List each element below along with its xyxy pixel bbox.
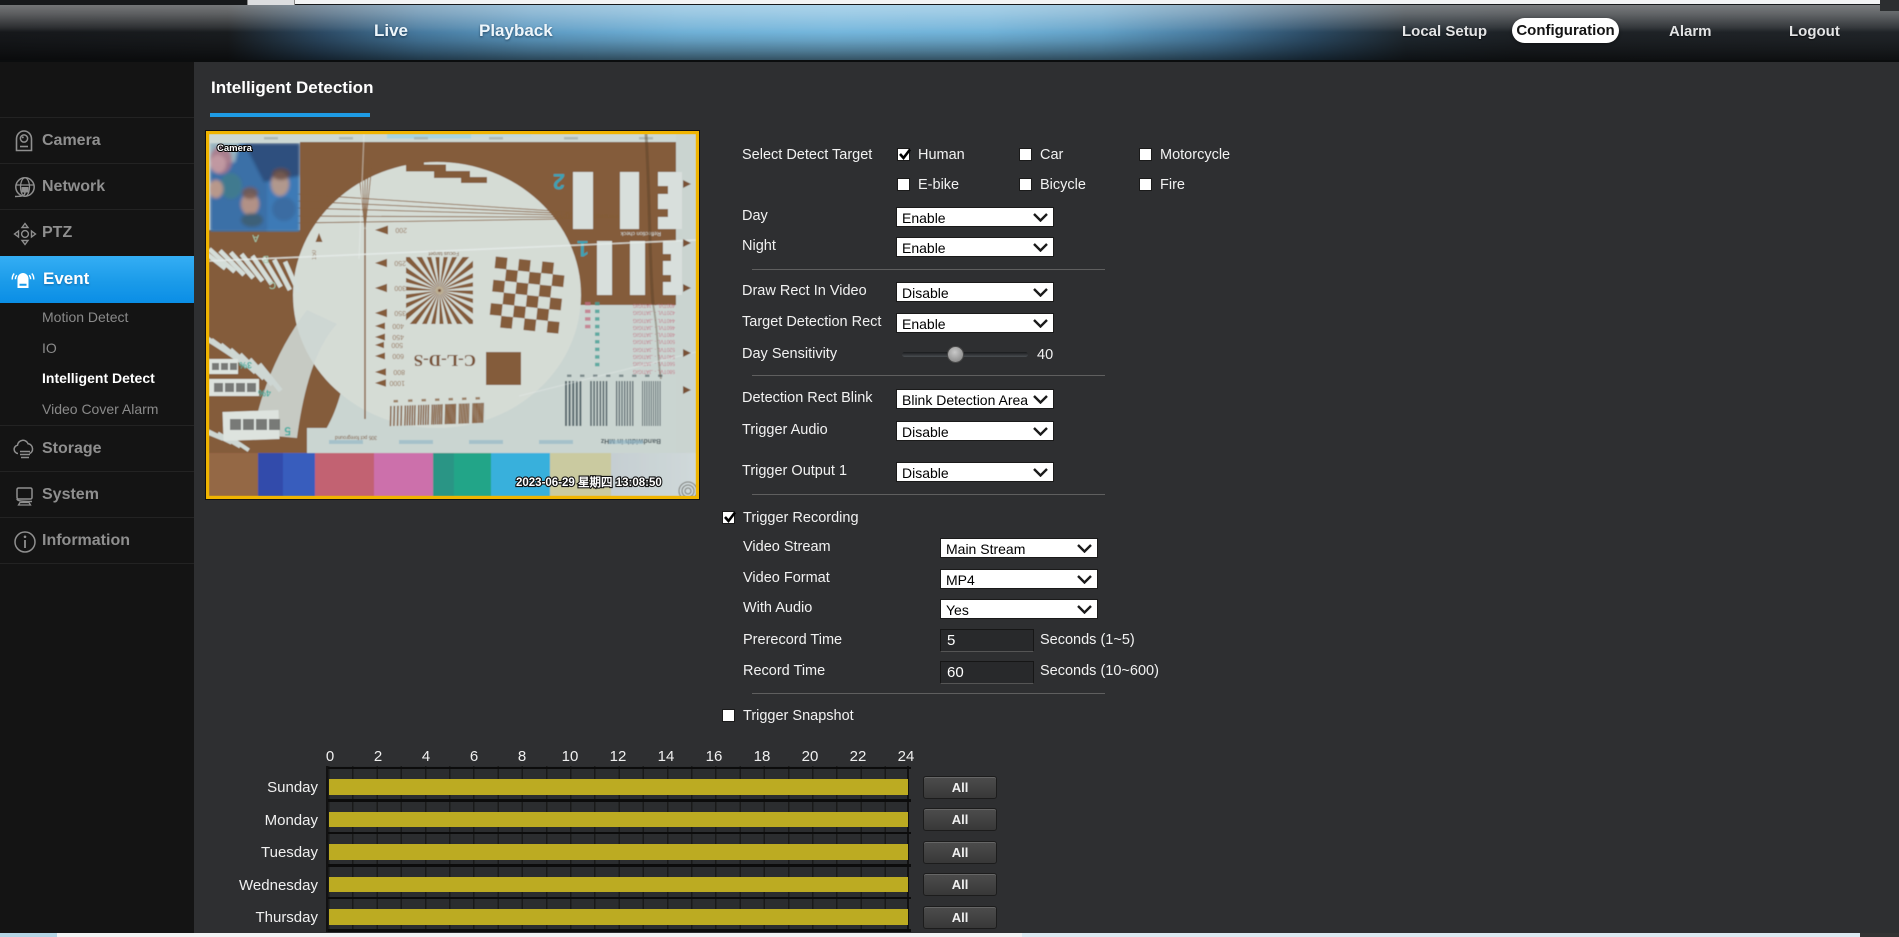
svg-text:Camera: Camera [217, 143, 253, 154]
svg-text:2023-06-29 星期四 13:08:50: 2023-06-29 星期四 13:08:50 [516, 475, 662, 489]
